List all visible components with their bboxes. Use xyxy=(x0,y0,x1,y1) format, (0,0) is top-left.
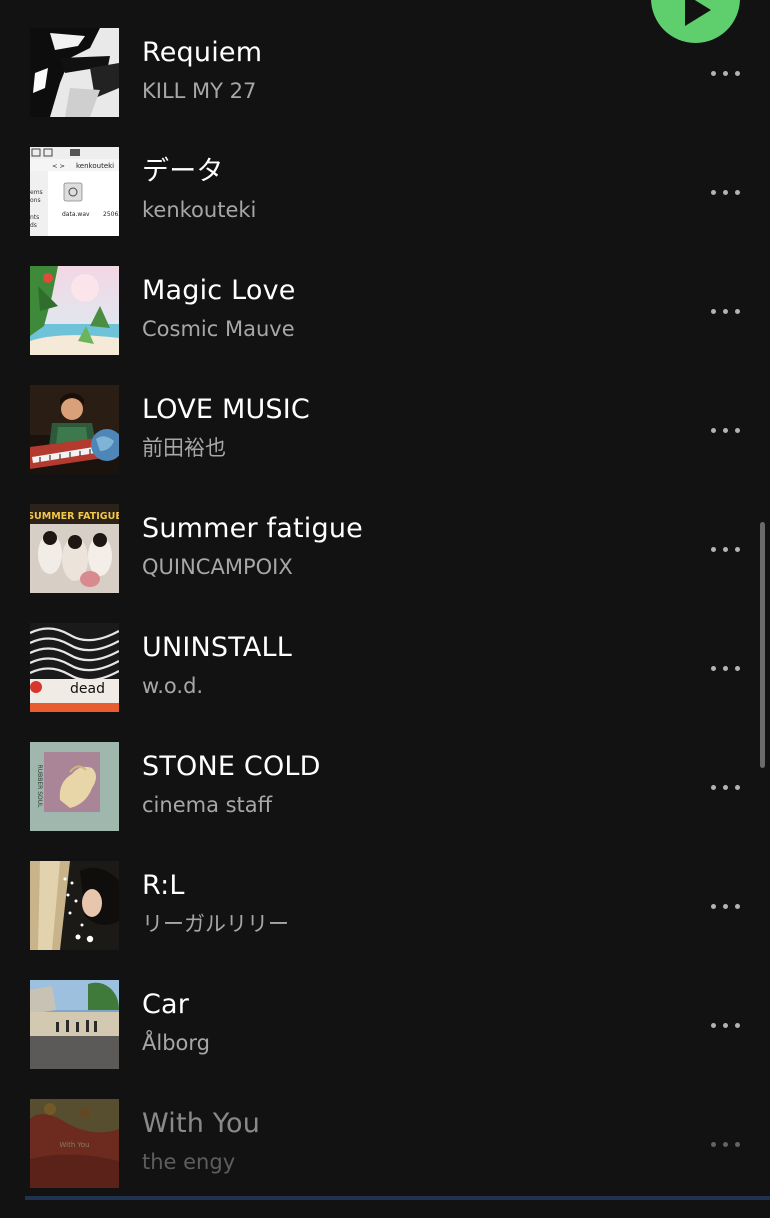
album-cover: dead xyxy=(30,623,119,712)
track-artist: w.o.d. xyxy=(142,674,204,698)
track-title: データ xyxy=(142,156,224,187)
play-icon xyxy=(685,0,711,26)
more-horizontal-icon xyxy=(710,784,740,790)
album-cover: SUMMER FATIGUE xyxy=(30,504,119,593)
track-row[interactable]: SUMMER FATIGUE Summer fatigue QUINCAMPOI… xyxy=(0,504,770,623)
more-options-button[interactable] xyxy=(700,891,750,921)
track-row[interactable]: With You With You the engy xyxy=(0,1099,770,1218)
cover-size-text: 25062 xyxy=(103,211,119,218)
track-artist: cinema staff xyxy=(142,793,273,817)
more-horizontal-icon xyxy=(710,665,740,671)
more-options-button[interactable] xyxy=(700,653,750,683)
track-title: STONE COLD xyxy=(142,751,321,782)
cover-spine-text: RUBBER SOUL xyxy=(36,765,43,809)
more-horizontal-icon xyxy=(710,427,740,433)
more-horizontal-icon xyxy=(710,70,740,76)
album-cover xyxy=(30,861,119,950)
track-title: Magic Love xyxy=(142,275,296,306)
cover-sidebar-text: ems xyxy=(30,189,43,196)
track-title: UNINSTALL xyxy=(142,632,293,663)
more-options-button[interactable] xyxy=(700,415,750,445)
scrollbar-thumb[interactable] xyxy=(760,522,765,768)
track-title: Car xyxy=(142,989,190,1020)
more-options-button[interactable] xyxy=(700,772,750,802)
album-cover: < > kenkouteki ems ons nts ds data.wav 2… xyxy=(30,147,119,236)
more-options-button[interactable] xyxy=(700,296,750,326)
track-row[interactable]: RUBBER SOUL STONE COLD cinema staff xyxy=(0,742,770,861)
track-row[interactable]: LOVE MUSIC 前田裕也 xyxy=(0,385,770,504)
more-horizontal-icon xyxy=(710,189,740,195)
track-row[interactable]: R:L リーガルリリー xyxy=(0,861,770,980)
cover-file-text: data.wav xyxy=(62,211,90,218)
more-horizontal-icon xyxy=(710,1022,740,1028)
more-horizontal-icon xyxy=(710,546,740,552)
track-row[interactable]: Requiem KILL MY 27 xyxy=(0,28,770,147)
album-cover xyxy=(30,266,119,355)
more-horizontal-icon xyxy=(710,1141,740,1147)
track-title: R:L xyxy=(142,870,185,901)
track-row[interactable]: < > kenkouteki ems ons nts ds data.wav 2… xyxy=(0,147,770,266)
track-title: Summer fatigue xyxy=(142,513,363,544)
cover-sidebar-text: ds xyxy=(30,222,37,229)
cover-title-text: SUMMER FATIGUE xyxy=(30,511,119,522)
more-options-button[interactable] xyxy=(700,1129,750,1159)
album-cover xyxy=(30,28,119,117)
track-artist: kenkouteki xyxy=(142,198,257,222)
more-options-button[interactable] xyxy=(700,58,750,88)
more-horizontal-icon xyxy=(710,308,740,314)
cover-title-text: dead xyxy=(70,681,105,697)
album-cover: With You xyxy=(30,1099,119,1188)
track-artist: Ålborg xyxy=(142,1031,210,1055)
track-artist: KILL MY 27 xyxy=(142,79,257,103)
track-row[interactable]: Magic Love Cosmic Mauve xyxy=(0,266,770,385)
more-options-button[interactable] xyxy=(700,534,750,564)
track-row[interactable]: Car Ålborg xyxy=(0,980,770,1099)
cover-title-text: With You xyxy=(59,1141,89,1149)
track-artist: 前田裕也 xyxy=(142,436,226,460)
album-cover xyxy=(30,385,119,474)
track-artist: Cosmic Mauve xyxy=(142,317,295,341)
track-row[interactable]: dead UNINSTALL w.o.d. xyxy=(0,623,770,742)
more-options-button[interactable] xyxy=(700,1010,750,1040)
track-artist: リーガルリリー xyxy=(142,912,289,936)
track-title: With You xyxy=(142,1108,261,1139)
svg-text:< >: < > xyxy=(52,162,65,170)
cover-sidebar-text: ons xyxy=(30,197,41,204)
album-cover xyxy=(30,980,119,1069)
mini-player-edge xyxy=(25,1196,770,1200)
track-title: LOVE MUSIC xyxy=(142,394,310,425)
more-horizontal-icon xyxy=(710,903,740,909)
track-artist: QUINCAMPOIX xyxy=(142,555,293,579)
cover-sidebar-text: nts xyxy=(30,214,39,221)
track-title: Requiem xyxy=(142,37,263,68)
album-cover: RUBBER SOUL xyxy=(30,742,119,831)
track-list: Requiem KILL MY 27 < > kenkouteki ems on… xyxy=(0,0,770,1200)
more-options-button[interactable] xyxy=(700,177,750,207)
track-artist: the engy xyxy=(142,1150,236,1174)
cover-folder-text: kenkouteki xyxy=(76,162,114,170)
